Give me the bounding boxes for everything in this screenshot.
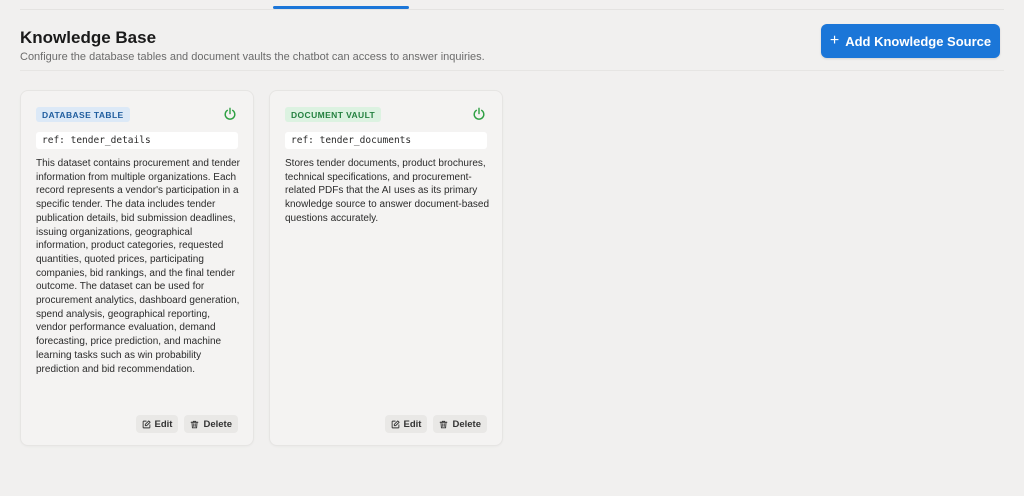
header-divider [20, 70, 1004, 71]
page-subtitle: Configure the database tables and docume… [20, 51, 485, 63]
power-icon[interactable] [472, 107, 486, 121]
knowledge-source-card-document-vault: DOCUMENT VAULT ref: tender_documents Sto… [269, 90, 503, 446]
card-actions: Edit Delete [135, 415, 238, 433]
plus-icon: + [829, 31, 840, 49]
source-ref: ref: tender_details [36, 132, 238, 149]
edit-icon [391, 419, 400, 428]
card-actions: Edit Delete [384, 415, 487, 433]
edit-icon [142, 419, 151, 428]
edit-label: Edit [154, 418, 173, 430]
delete-label: Delete [452, 418, 481, 430]
source-type-badge: DOCUMENT VAULT [285, 107, 382, 122]
source-type-badge: DATABASE TABLE [36, 107, 130, 122]
add-knowledge-source-label: Add Knowledge Source [845, 33, 992, 49]
source-description: This dataset contains procurement and te… [36, 158, 241, 375]
top-divider [20, 9, 1004, 10]
edit-button[interactable]: Edit [135, 415, 179, 433]
delete-button[interactable]: Delete [433, 415, 487, 433]
source-description: Stores tender documents, product brochur… [285, 158, 490, 224]
source-ref: ref: tender_documents [285, 132, 487, 149]
power-icon[interactable] [223, 107, 237, 121]
trash-icon [191, 420, 199, 428]
delete-button[interactable]: Delete [184, 415, 238, 433]
add-knowledge-source-button[interactable]: + Add Knowledge Source [821, 24, 1000, 58]
edit-button[interactable]: Edit [384, 415, 428, 433]
page-title: Knowledge Base [20, 28, 157, 47]
page-header: Knowledge Base Configure the database ta… [20, 24, 1000, 72]
knowledge-source-card-database-table: DATABASE TABLE ref: tender_details This … [20, 90, 254, 446]
edit-label: Edit [403, 418, 422, 430]
delete-label: Delete [203, 418, 232, 430]
trash-icon [440, 420, 448, 428]
active-tab-indicator [273, 6, 409, 9]
